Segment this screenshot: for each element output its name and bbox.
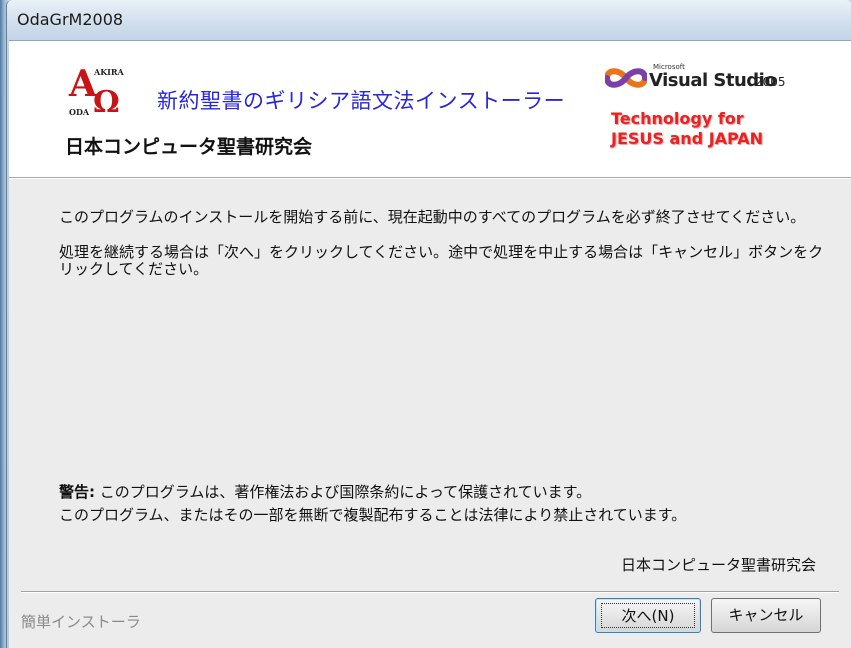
logo-akira-text: AKIRA xyxy=(94,67,124,77)
instructions: このプログラムのインストールを開始する前に、現在起動中のすべてのプログラムを必ず… xyxy=(59,209,829,296)
tagline: Technology for JESUS and JAPAN xyxy=(611,109,763,149)
visual-studio-year: 2005 xyxy=(755,75,786,89)
cancel-button[interactable]: キャンセル xyxy=(711,598,821,633)
banner-divider xyxy=(9,178,851,179)
instruction-paragraph-close-programs: このプログラムのインストールを開始する前に、現在起動中のすべてのプログラムを必ず… xyxy=(59,208,806,226)
visual-studio-logo: Microsoft Visual Studio 2005 xyxy=(605,63,805,97)
window-client-area: A AKIRA Ω ODA 新約聖書のギリシア語文法インストーラー 日本コンピュ… xyxy=(9,40,851,648)
instruction-paragraph-continue: 処理を継続する場合は「次へ」をクリックしてください。途中で処理を中止する場合は「… xyxy=(59,243,824,278)
logo-omega: Ω xyxy=(93,85,120,120)
organization-name: 日本コンピュータ聖書研究会 xyxy=(65,136,313,158)
title-bar[interactable]: OdaGrM2008 xyxy=(7,0,851,40)
footer-divider xyxy=(21,591,839,593)
footer-brand: 簡単インストーラ xyxy=(21,613,141,631)
signature: 日本コンピュータ聖書研究会 xyxy=(620,556,816,574)
tagline-line1: Technology for xyxy=(611,109,744,128)
warning-line1: 警告: このプログラムは、著作権法および国際条約によって保護されています。 xyxy=(59,481,839,504)
warning-line2: このプログラム、またはその一部を無断で複製配布することは法律により禁止されていま… xyxy=(59,506,687,524)
visual-studio-infinity-icon xyxy=(605,68,647,88)
installer-window: OdaGrM2008 A AKIRA Ω ODA 新約聖書のギリシア語文法インス… xyxy=(6,0,851,648)
warning-text-1: このプログラムは、著作権法および国際条約によって保護されています。 xyxy=(95,483,592,501)
next-button[interactable]: 次へ(N) xyxy=(595,598,701,633)
header-banner: A AKIRA Ω ODA 新約聖書のギリシア語文法インストーラー 日本コンピュ… xyxy=(9,41,851,178)
alpha-omega-logo: A AKIRA Ω ODA xyxy=(67,63,137,125)
window-title: OdaGrM2008 xyxy=(17,10,124,29)
warning-label: 警告: xyxy=(59,483,95,501)
copyright-warning: 警告: このプログラムは、著作権法および国際条約によって保護されています。 この… xyxy=(59,481,839,527)
tagline-line2: JESUS and JAPAN xyxy=(611,129,764,148)
next-button-label: 次へ(N) xyxy=(601,603,695,628)
installer-title: 新約聖書のギリシア語文法インストーラー xyxy=(157,89,566,113)
logo-oda-text: ODA xyxy=(69,107,90,117)
